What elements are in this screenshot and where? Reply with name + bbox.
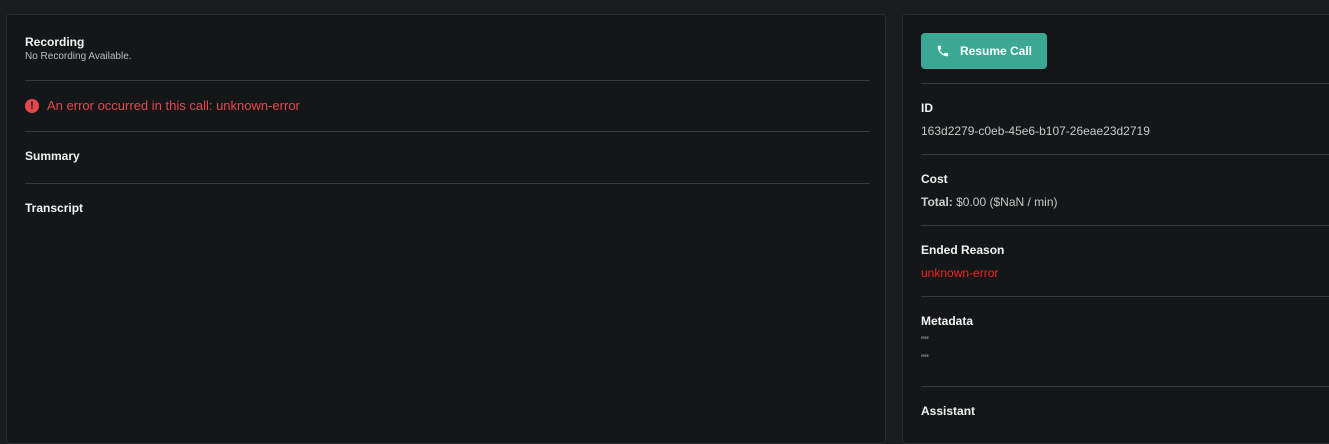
divider [921, 386, 1329, 387]
call-info-panel: Resume Call ID 163d2279-c0eb-45e6-b107-2… [902, 14, 1329, 444]
resume-call-label: Resume Call [959, 44, 1033, 58]
cost-section: Cost Total: $0.00 ($NaN / min) [921, 172, 1329, 209]
id-title: ID [921, 101, 933, 115]
divider [921, 83, 1329, 84]
id-section: ID 163d2279-c0eb-45e6-b107-26eae23d2719 [921, 101, 1329, 138]
metadata-line: "" [921, 353, 929, 365]
divider [25, 80, 870, 81]
transcript-section: Transcript [25, 201, 870, 215]
metadata-title: Metadata [921, 314, 974, 328]
metadata-section: Metadata "" "" [921, 314, 1329, 368]
call-id-value: 163d2279-c0eb-45e6-b107-26eae23d2719 [921, 124, 1150, 138]
ended-reason-value: unknown-error [921, 266, 999, 280]
divider [25, 131, 870, 132]
cost-total: Total: $0.00 ($NaN / min) [921, 195, 1329, 209]
error-text: An error occurred in this call: unknown-… [47, 98, 300, 113]
recording-subtitle: No Recording Available. [25, 51, 132, 62]
divider [921, 154, 1329, 155]
cost-title: Cost [921, 172, 948, 186]
metadata-line: "" [921, 335, 929, 347]
divider [921, 225, 1329, 226]
resume-call-button[interactable]: Resume Call [921, 33, 1047, 69]
call-details-panel: Recording No Recording Available. ! An e… [6, 14, 886, 444]
summary-title: Summary [25, 149, 80, 163]
assistant-section: Assistant [921, 404, 1329, 418]
divider [25, 183, 870, 184]
transcript-title: Transcript [25, 201, 84, 215]
assistant-title: Assistant [921, 404, 976, 418]
summary-section: Summary [25, 149, 870, 163]
cost-total-label: Total: [921, 195, 953, 209]
divider [921, 296, 1329, 297]
phone-icon [937, 45, 949, 57]
error-section: ! An error occurred in this call: unknow… [25, 98, 870, 113]
recording-section: Recording No Recording Available. [25, 35, 870, 62]
error-message: ! An error occurred in this call: unknow… [25, 98, 870, 113]
exclamation-circle-icon: ! [25, 98, 39, 113]
cost-total-value: $0.00 ($NaN / min) [956, 195, 1058, 209]
ended-reason-section: Ended Reason unknown-error [921, 243, 1329, 280]
recording-title: Recording [25, 35, 85, 49]
ended-reason-title: Ended Reason [921, 243, 1005, 257]
